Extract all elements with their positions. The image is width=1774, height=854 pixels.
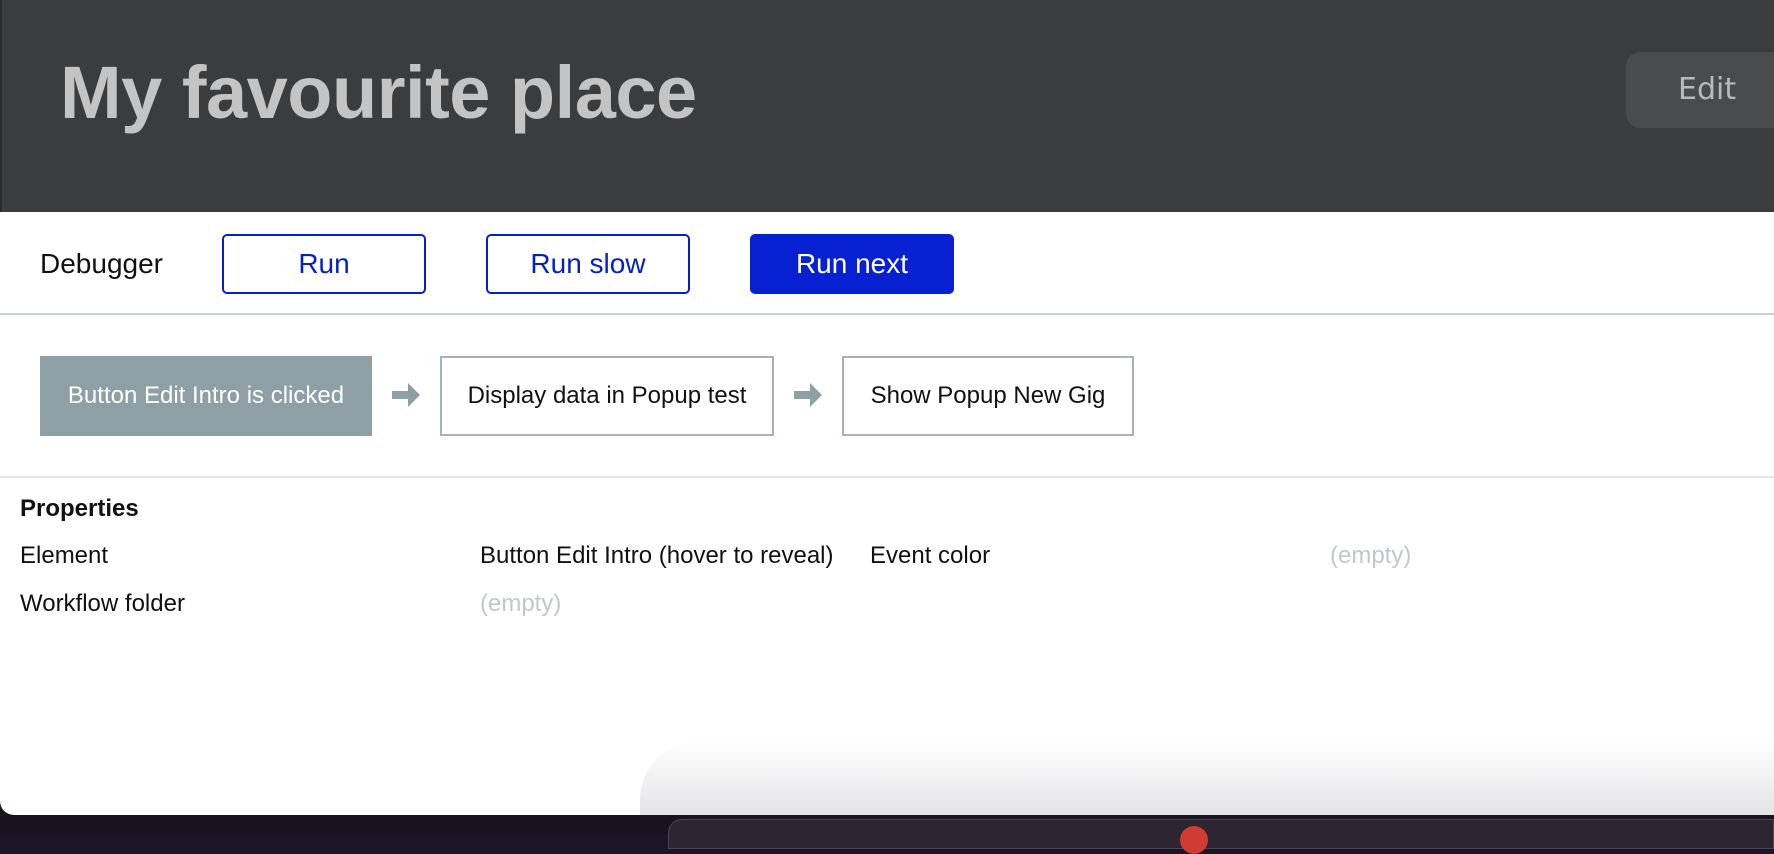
property-key-event-color: Event color [870,542,991,569]
run-next-button[interactable]: Run next [750,234,954,294]
arrow-right-icon [392,383,420,407]
app-window: My favourite place Edit Debugger Run Run… [0,0,1774,815]
dock [668,819,1774,849]
workflow-step-2[interactable]: Display data in Popup test [440,356,774,436]
debugger-label: Debugger [40,248,163,279]
page-title: My favourite place [60,51,697,134]
property-key-workflow-folder: Workflow folder [20,590,185,617]
workflow-step-3[interactable]: Show Popup New Gig [842,356,1134,436]
edit-button[interactable]: Edit [1626,52,1774,128]
properties-heading: Properties [20,495,139,522]
workflow-step-1[interactable]: Button Edit Intro is clicked [40,356,372,436]
run-slow-button[interactable]: Run slow [486,234,690,294]
workflow-steps: Button Edit Intro is clicked Display dat… [0,315,1774,478]
dock-app-icon[interactable] [1180,826,1208,854]
debugger-toolbar: Debugger Run Run slow Run next [0,212,1774,315]
arrow-right-icon [794,383,822,407]
property-value-event-color: (empty) [1330,542,1412,569]
page-header: My favourite place Edit [0,0,1774,212]
property-value-element[interactable]: Button Edit Intro (hover to reveal) [480,542,834,570]
property-value-workflow-folder: (empty) [480,590,562,617]
property-key-element: Element [20,542,109,569]
desktop-background: My favourite place Edit Debugger Run Run… [0,0,1774,854]
run-button[interactable]: Run [222,234,426,294]
window-shadow [640,740,1774,815]
